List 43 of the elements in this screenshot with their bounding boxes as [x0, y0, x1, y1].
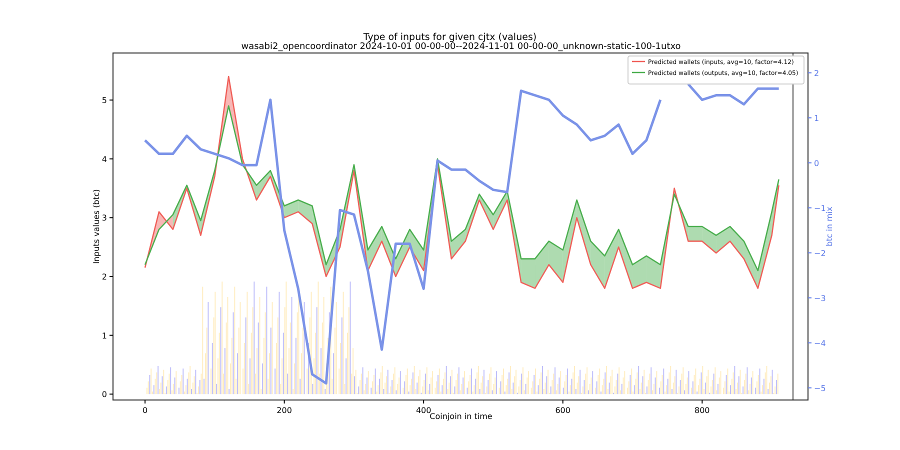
axis-tick-label: −2 — [814, 248, 826, 258]
tick-mark — [808, 387, 812, 388]
axis-tick-label: 800 — [694, 406, 710, 415]
axis-tick-label: 3 — [102, 214, 107, 223]
tick-mark — [808, 342, 812, 344]
axis-tick-label: 5 — [102, 96, 107, 106]
tick-mark — [109, 217, 114, 218]
tick-mark — [109, 334, 114, 336]
tick-mark — [284, 400, 285, 404]
tick-mark — [808, 72, 812, 74]
x-axis-label: Coinjoin in time — [430, 412, 492, 421]
chart-subtitle: wasabi2_opencoordinator 2024-10-01 00-00-00--2024-11-01 00-00-00_unknown-static-100-1utxo — [241, 42, 681, 52]
tick-mark — [702, 400, 703, 404]
axis-tick-label: 4 — [102, 154, 107, 164]
axis-tick-label: 2 — [102, 272, 107, 282]
axis-tick-label: 200 — [276, 406, 292, 415]
axis-tick-label: 600 — [555, 406, 570, 415]
tick-mark — [423, 400, 424, 404]
chart-title: Type of inputs for given cjtx (values) — [363, 32, 537, 43]
axis-tick-label: 2 — [814, 68, 820, 78]
axis-tick-label: −5 — [814, 384, 826, 393]
tick-mark — [808, 117, 812, 118]
axis-tick-label: −1 — [814, 204, 826, 213]
tick-mark — [808, 162, 812, 164]
tick-mark — [562, 400, 564, 404]
tick-mark — [109, 100, 114, 101]
tick-mark — [109, 276, 114, 277]
tick-mark — [144, 400, 146, 404]
axis-tick-label: 0 — [142, 406, 148, 415]
axis-tick-label: 0 — [814, 158, 820, 168]
tick-mark — [109, 394, 114, 395]
tick-mark — [808, 207, 812, 208]
tick-mark — [808, 297, 812, 298]
axis-tick-label: 1 — [814, 114, 820, 123]
axis-tick-label: 400 — [416, 406, 432, 415]
tick-mark — [109, 158, 114, 160]
tick-mark — [808, 252, 812, 254]
axis-tick-label: 1 — [102, 331, 107, 340]
y-axis-label: Inputs values (btc) — [92, 189, 101, 264]
axis-tick-label: 0 — [102, 390, 107, 400]
y-axis-label: btc in mix — [825, 206, 834, 246]
axis-tick-label: −3 — [814, 294, 826, 303]
axis-tick-label: −4 — [814, 338, 826, 348]
